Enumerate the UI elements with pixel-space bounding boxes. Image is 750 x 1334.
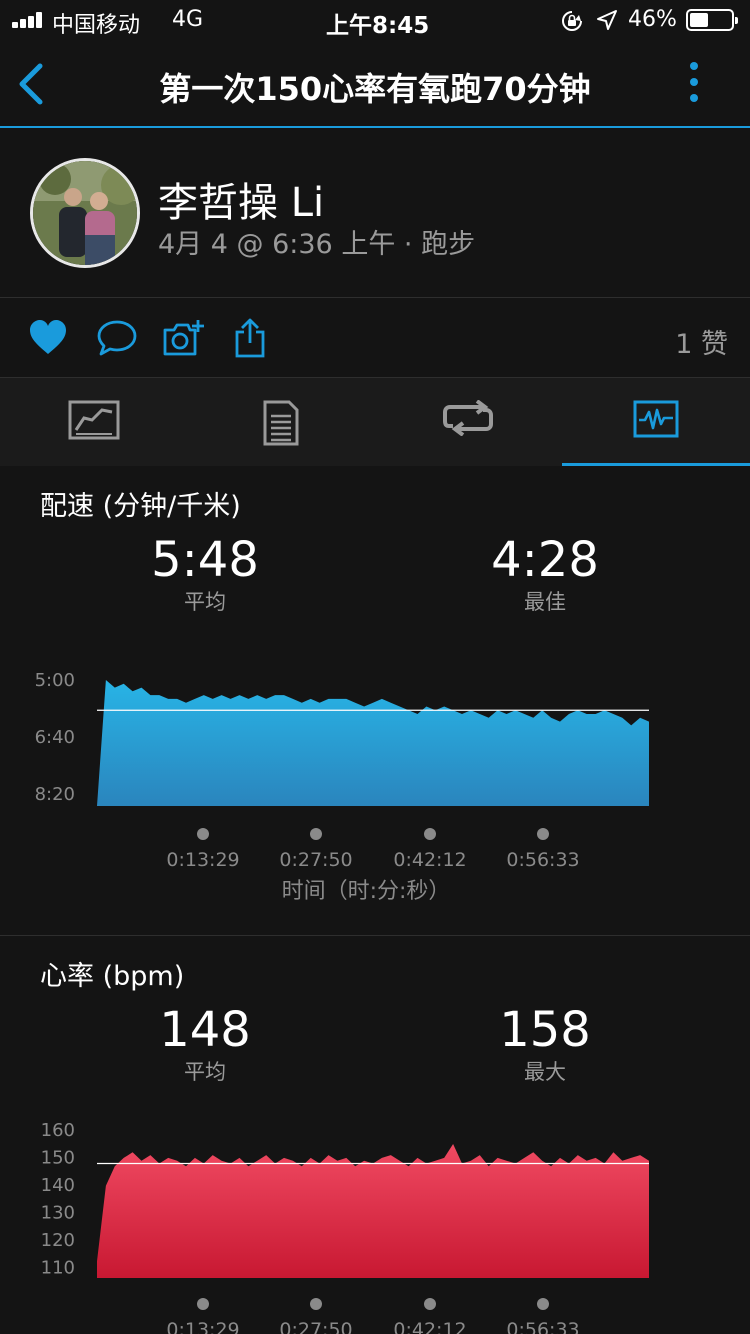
athlete-name[interactable]: 李哲操 Li bbox=[158, 170, 324, 228]
pace-y-tick-label: 8:20 bbox=[35, 784, 75, 805]
heart-rate-title: 心率 (bpm) bbox=[40, 961, 185, 992]
pace-x-tick-marker[interactable] bbox=[537, 828, 549, 840]
pace-x-tick-label: 0:27:50 bbox=[279, 849, 352, 871]
share-icon[interactable] bbox=[232, 318, 268, 358]
pace-average: 5:48 平均 bbox=[105, 534, 305, 616]
pace-series-area bbox=[97, 680, 649, 806]
pace-x-axis-label: 时间（时:分:秒） bbox=[282, 879, 451, 904]
network-type: 4G bbox=[172, 7, 204, 32]
pace-section: 配速 (分钟/千米) 5:48 平均 4:28 最佳 5:00 6:40 8:20 0… bbox=[0, 466, 750, 934]
heart-rate-average-label: 平均 bbox=[184, 1060, 226, 1084]
battery-percentage: 46% bbox=[628, 7, 677, 32]
hr-x-tick-marker[interactable] bbox=[537, 1298, 549, 1310]
heart-rate-section: 心率 (bpm) 148 平均 158 最大 160 150 140 130 120 11… bbox=[0, 936, 750, 1334]
heart-rate-average: 148 平均 bbox=[105, 1004, 305, 1086]
charts-waveform-icon bbox=[633, 400, 679, 438]
pace-y-tick-label: 6:40 bbox=[35, 727, 75, 748]
hr-y-tick-label: 110 bbox=[41, 1258, 75, 1279]
hr-y-tick-label: 140 bbox=[41, 1175, 75, 1196]
navigation-bar: 第一次150心率有氧跑70分钟 bbox=[0, 40, 750, 128]
carrier-name: 中国移动 bbox=[52, 13, 141, 38]
hr-x-tick-label: 0:42:12 bbox=[393, 1319, 466, 1334]
tab-details[interactable] bbox=[187, 378, 374, 466]
heart-rate-max: 158 最大 bbox=[445, 1004, 645, 1086]
page-title: 第一次150心率有氧跑70分钟 bbox=[159, 70, 591, 108]
hr-x-tick-label: 0:56:33 bbox=[506, 1319, 579, 1334]
avatar[interactable] bbox=[30, 158, 140, 268]
pace-best-value: 4:28 bbox=[491, 532, 599, 588]
battery-level bbox=[690, 13, 709, 27]
more-options-icon[interactable] bbox=[686, 62, 702, 108]
pace-y-tick-label: 5:00 bbox=[35, 670, 75, 691]
activity-header: 李哲操 Li 4月 4 @ 6:36 上午 · 跑步 bbox=[0, 130, 750, 298]
rotation-lock-icon bbox=[562, 11, 582, 31]
hr-y-tick-label: 160 bbox=[41, 1120, 75, 1141]
pace-chart[interactable]: 5:00 6:40 8:20 0:13:29 0:27:50 0:42:12 0:56:33… bbox=[0, 636, 750, 906]
hr-y-tick-label: 150 bbox=[41, 1148, 75, 1169]
hr-x-tick-label: 0:27:50 bbox=[279, 1319, 352, 1334]
battery-icon bbox=[686, 9, 738, 31]
hr-x-tick-marker[interactable] bbox=[310, 1298, 322, 1310]
hr-x-tick-marker[interactable] bbox=[197, 1298, 209, 1310]
pace-x-tick-marker[interactable] bbox=[197, 828, 209, 840]
tab-laps[interactable] bbox=[374, 378, 561, 466]
heart-rate-max-label: 最大 bbox=[524, 1060, 566, 1084]
summary-chart-icon bbox=[68, 400, 119, 440]
hr-y-tick-label: 130 bbox=[41, 1203, 75, 1224]
heart-icon[interactable] bbox=[28, 318, 68, 358]
activity-tabs bbox=[0, 378, 750, 466]
pace-average-value: 5:48 bbox=[151, 532, 259, 588]
back-chevron-icon[interactable] bbox=[14, 60, 50, 108]
tab-charts[interactable] bbox=[562, 378, 750, 466]
pace-x-tick-marker[interactable] bbox=[424, 828, 436, 840]
add-photo-icon[interactable] bbox=[162, 318, 206, 358]
hr-x-tick-label: 0:13:29 bbox=[166, 1319, 239, 1334]
comment-icon[interactable] bbox=[96, 318, 138, 358]
heart-rate-chart[interactable]: 160 150 140 130 120 110 0:13:29 0:27:50 0:42:12 0… bbox=[0, 1112, 750, 1334]
social-actions-bar: 1 赞 bbox=[0, 298, 750, 378]
status-bar: 中国移动 4G 上午8:45 46% bbox=[0, 0, 750, 40]
activity-meta: 4月 4 @ 6:36 上午 · 跑步 bbox=[158, 229, 476, 260]
pace-x-tick-label: 0:42:12 bbox=[393, 849, 466, 871]
pace-x-tick-label: 0:56:33 bbox=[506, 849, 579, 871]
details-list-icon bbox=[263, 400, 298, 446]
hr-y-tick-label: 120 bbox=[41, 1230, 75, 1251]
hr-x-tick-marker[interactable] bbox=[424, 1298, 436, 1310]
clock: 上午8:45 bbox=[326, 13, 430, 39]
pace-best-label: 最佳 bbox=[524, 590, 566, 614]
likes-count[interactable]: 1 赞 bbox=[675, 322, 728, 361]
signal-strength-icon bbox=[12, 12, 48, 28]
pace-x-tick-marker[interactable] bbox=[310, 828, 322, 840]
location-icon bbox=[597, 10, 617, 30]
pace-best: 4:28 最佳 bbox=[445, 534, 645, 616]
heart-rate-max-value: 158 bbox=[499, 1002, 591, 1058]
pace-x-tick-label: 0:13:29 bbox=[166, 849, 239, 871]
heart-rate-average-value: 148 bbox=[159, 1002, 251, 1058]
pace-average-label: 平均 bbox=[184, 590, 226, 614]
laps-loop-icon bbox=[442, 400, 493, 436]
pace-title: 配速 (分钟/千米) bbox=[40, 491, 241, 522]
tab-summary[interactable] bbox=[0, 378, 187, 466]
